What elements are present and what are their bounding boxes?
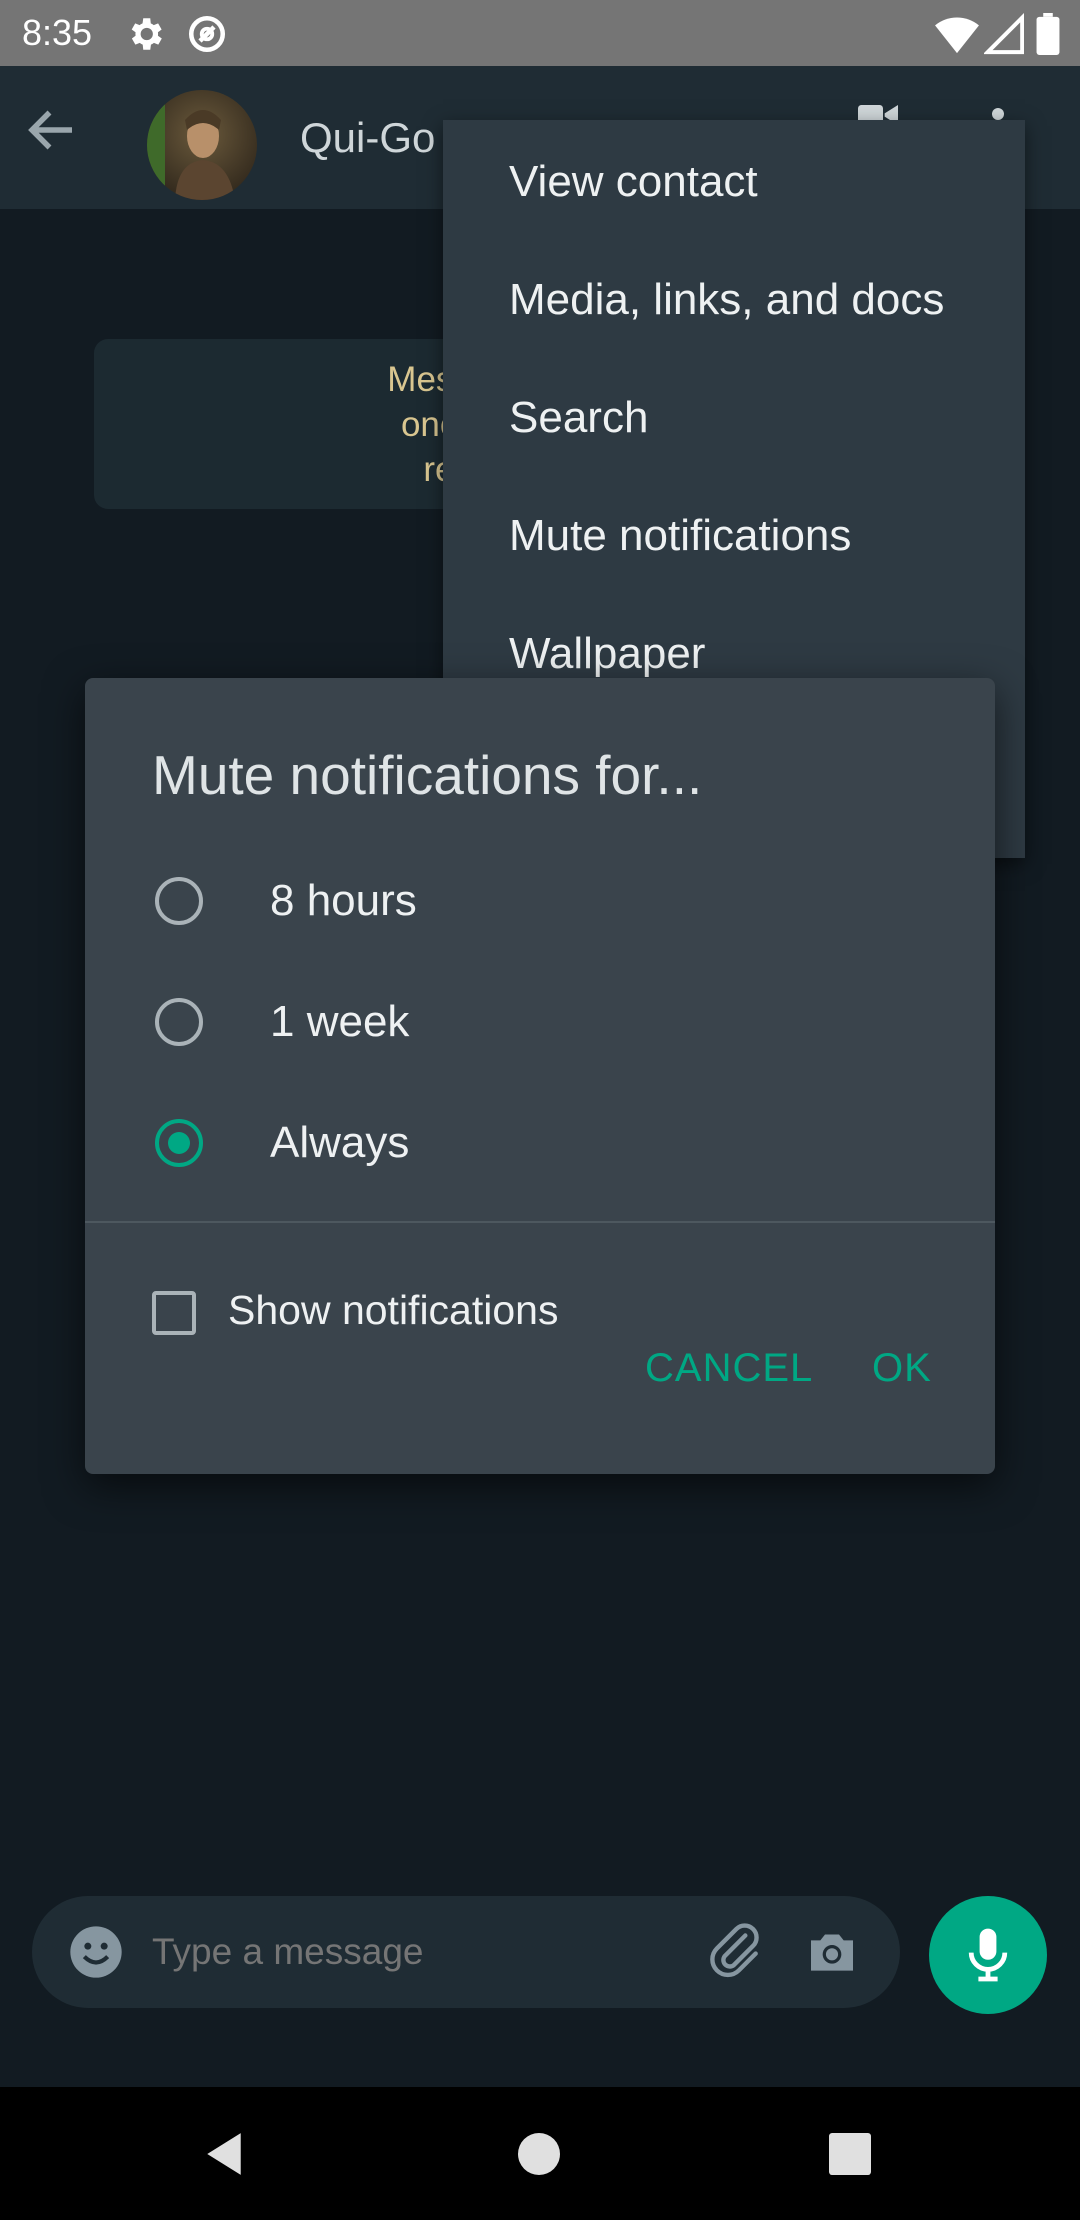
option-always[interactable]: Always (85, 1088, 995, 1198)
show-notifications-checkbox[interactable] (152, 1291, 196, 1335)
menu-item-wallpaper[interactable]: Wallpaper (509, 624, 705, 684)
mute-notifications-dialog: Mute notifications for... 8 hours 1 week… (85, 678, 995, 1474)
option-label: 8 hours (270, 876, 417, 925)
option-1-week[interactable]: 1 week (85, 967, 995, 1077)
menu-item-view-contact[interactable]: View contact (509, 152, 758, 212)
attach-icon[interactable] (704, 1920, 766, 1982)
menu-item-media-links-docs[interactable]: Media, links, and docs (509, 270, 944, 330)
radio-button[interactable] (155, 877, 203, 925)
battery-icon (1036, 13, 1060, 55)
contact-name[interactable]: Qui-Go (300, 110, 435, 166)
show-notifications-label[interactable]: Show notifications (228, 1282, 558, 1338)
menu-item-mute-notifications[interactable]: Mute notifications (509, 506, 851, 566)
contact-avatar[interactable] (147, 90, 257, 200)
wifi-icon (935, 17, 979, 54)
status-time: 8:35 (22, 12, 93, 53)
message-input[interactable] (152, 1924, 512, 1980)
ok-button[interactable]: OK (872, 1340, 932, 1396)
dialog-title: Mute notifications for... (152, 744, 703, 806)
status-bar: 8:35 (0, 0, 1080, 66)
cancel-button[interactable]: CANCEL (645, 1340, 813, 1396)
back-arrow-icon[interactable] (22, 100, 82, 160)
sync-icon (188, 15, 226, 53)
signal-icon (984, 13, 1024, 55)
dialog-divider (85, 1221, 995, 1223)
message-composer (32, 1896, 900, 2008)
radio-button-selected[interactable] (155, 1119, 203, 1167)
emoji-icon[interactable] (68, 1924, 124, 1980)
voice-message-button[interactable] (929, 1896, 1047, 2014)
option-label: 1 week (270, 997, 410, 1046)
system-nav-bar (0, 2087, 1080, 2220)
mic-icon (968, 1928, 1008, 1982)
option-label: Always (270, 1118, 410, 1167)
menu-item-search[interactable]: Search (509, 388, 648, 448)
recents-square-icon[interactable] (829, 2133, 871, 2175)
radio-button[interactable] (155, 998, 203, 1046)
option-8-hours[interactable]: 8 hours (85, 846, 995, 956)
camera-icon[interactable] (804, 1924, 860, 1980)
gear-icon (131, 18, 162, 50)
home-circle-icon[interactable] (518, 2133, 560, 2175)
back-triangle-icon[interactable] (203, 2131, 245, 2177)
